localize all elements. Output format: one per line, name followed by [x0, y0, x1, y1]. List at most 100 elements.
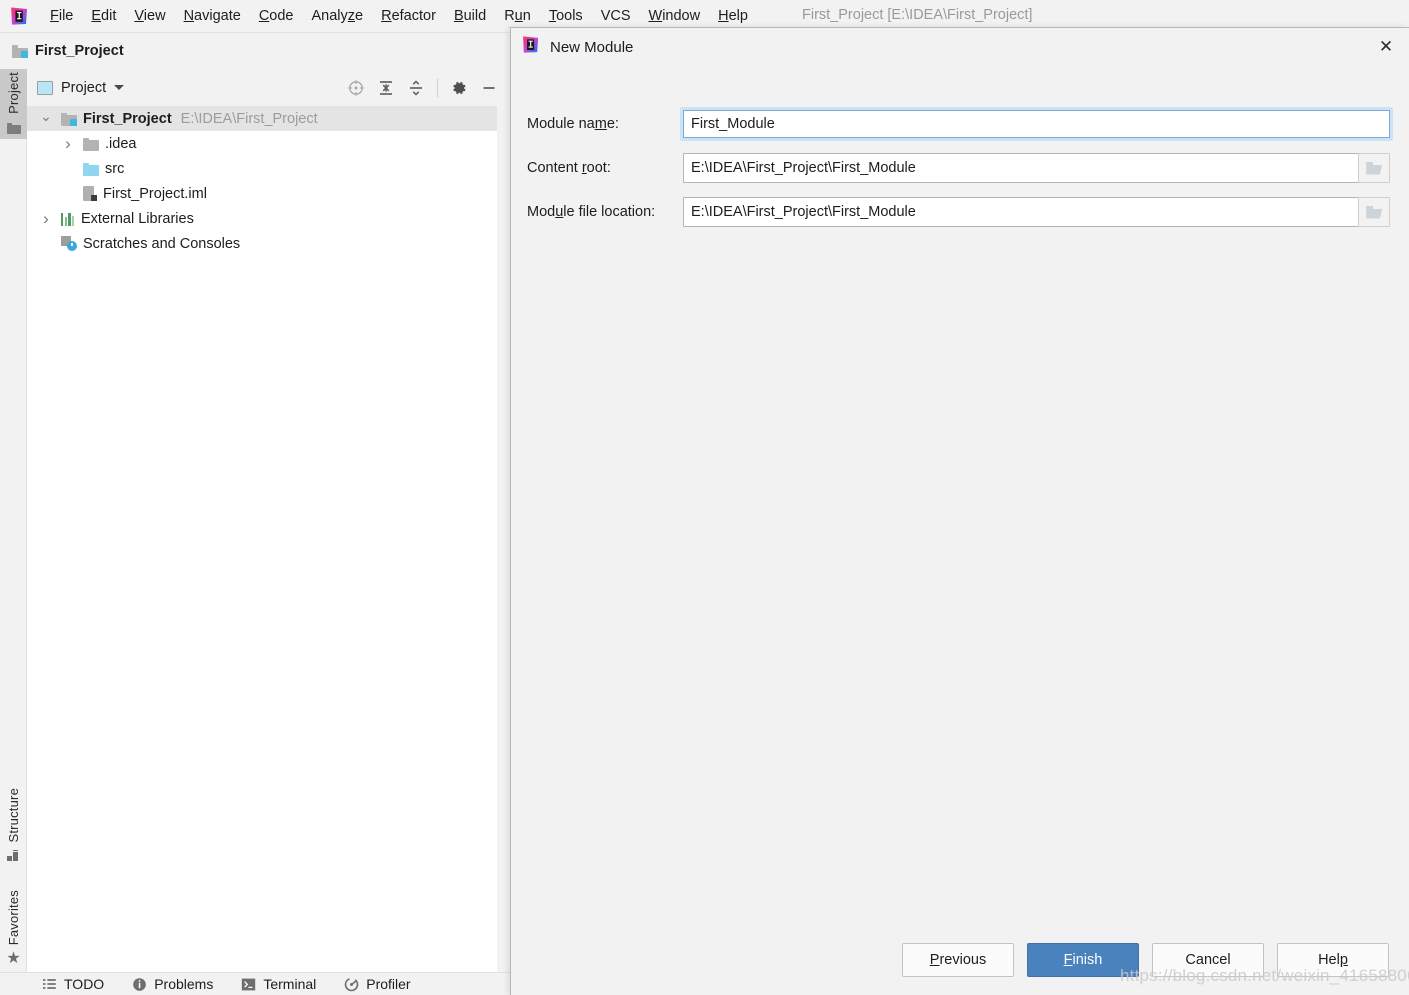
project-pane-icon — [37, 80, 53, 95]
previous-button[interactable]: Previous — [902, 943, 1014, 977]
project-view-selector[interactable]: Project — [37, 79, 125, 96]
project-header-bar: First_Project — [0, 33, 510, 69]
dialog-button-bar: Previous Finish Cancel Hel p — [511, 925, 1409, 995]
module-file-location-browse-button[interactable] — [1358, 197, 1390, 227]
status-bar-item-label: Profiler — [366, 976, 411, 992]
content-root-input[interactable]: E:\IDEA\First_Project\First_Module — [683, 153, 1360, 183]
project-tool-window-title: Project — [61, 79, 107, 96]
button-label-pre: Hel — [1318, 952, 1340, 968]
structure-icon — [0, 846, 27, 868]
panel-splitter[interactable] — [497, 69, 510, 972]
expand-all-icon[interactable] — [377, 79, 395, 97]
tree-row-label: Scratches and Consoles — [83, 235, 241, 252]
folder-icon — [0, 117, 27, 139]
content-root-field: E:\IDEA\First_Project\First_Module — [683, 153, 1390, 183]
help-button[interactable]: Hel p — [1277, 943, 1389, 977]
status-bar-item-problems[interactable]: Problems — [132, 976, 213, 992]
menu-item-tools[interactable]: Tools — [540, 6, 592, 26]
button-label-mnemonic: P — [929, 952, 940, 968]
folder-icon — [83, 137, 99, 151]
terminal-icon — [241, 977, 256, 992]
gear-icon[interactable] — [450, 79, 468, 97]
folder-open-icon — [1366, 205, 1383, 219]
menu-item-build[interactable]: Build — [445, 6, 495, 26]
sidebar-item-project[interactable]: Project — [0, 69, 27, 139]
iml-file-icon — [83, 186, 97, 201]
scratches-icon — [61, 236, 77, 251]
project-tool-window: Project ⌄ First_Project E:\IDEA\First_Pr… — [27, 69, 510, 972]
tree-arrow-placeholder — [61, 187, 75, 201]
tree-row-external-libraries[interactable]: External Libraries — [27, 206, 510, 231]
content-root-label: Content root: — [527, 160, 611, 176]
window-title: First_Project [E:\IDEA\First_Project] — [802, 7, 1033, 23]
module-name-input[interactable]: First_Module — [683, 110, 1390, 138]
project-tree[interactable]: First_Project E:\IDEA\First_Project .idea s… — [27, 106, 510, 972]
button-label-mnemonic: p — [1339, 952, 1348, 968]
project-header-label: First_Project — [35, 43, 124, 59]
status-bar-item-todo[interactable]: TODO — [42, 976, 104, 992]
menu-item-code[interactable]: Code — [250, 6, 303, 26]
module-file-location-field: E:\IDEA\First_Project\First_Module — [683, 197, 1390, 227]
tree-row-first-project[interactable]: First_Project E:\IDEA\First_Project — [27, 106, 510, 131]
tree-row-idea[interactable]: .idea — [27, 131, 510, 156]
tree-row-src[interactable]: src — [27, 156, 510, 181]
dialog-title: New Module — [550, 38, 634, 56]
menu-item-window[interactable]: Window — [640, 6, 710, 26]
menu-item-refactor[interactable]: Refactor — [372, 6, 445, 26]
content-root-browse-button[interactable] — [1358, 153, 1390, 183]
menu-item-run[interactable]: Run — [495, 6, 540, 26]
menu-item-edit[interactable]: Edit — [82, 6, 125, 26]
status-bar-item-profiler[interactable]: Profiler — [344, 976, 411, 992]
tree-row-label: First_Project.iml — [103, 185, 207, 202]
sidebar-item-favorites-label: Favorites — [6, 890, 21, 946]
problems-icon — [132, 977, 147, 992]
scroll-from-source-icon[interactable] — [347, 79, 365, 97]
finish-button[interactable]: Finish — [1027, 943, 1139, 977]
button-label-post: inish — [1072, 952, 1103, 968]
tree-row-scratches-and-consoles[interactable]: Scratches and Consoles — [27, 231, 510, 256]
status-bar-item-label: Problems — [154, 976, 214, 992]
status-bar-item-label: TODO — [64, 976, 105, 992]
collapse-all-icon[interactable] — [407, 79, 425, 97]
status-bar-item-label: Terminal — [263, 976, 317, 992]
status-bar-item-terminal[interactable]: Terminal — [241, 976, 316, 992]
profiler-icon — [344, 977, 359, 992]
module-name-focus-ring: First_Module — [680, 107, 1393, 141]
chevron-down-icon[interactable] — [39, 112, 53, 126]
chevron-right-icon[interactable] — [39, 212, 53, 226]
menu-item-navigate[interactable]: Navigate — [175, 6, 250, 26]
project-folder-icon — [61, 112, 77, 126]
sidebar-item-structure-label: Structure — [6, 788, 21, 843]
minimize-icon[interactable] — [480, 79, 498, 97]
todo-list-icon — [42, 977, 57, 992]
menu-item-help[interactable]: Help — [709, 6, 757, 26]
tree-row-label: src — [105, 160, 125, 177]
menu-item-vcs[interactable]: VCS — [592, 6, 640, 26]
button-label-mnemonic: F — [1063, 952, 1073, 968]
folder-open-icon — [1366, 161, 1383, 175]
menu-item-analyze[interactable]: Analyze — [303, 6, 373, 26]
module-file-location-row: Module file location: E:\IDEA\First_Proj… — [511, 196, 1409, 228]
tree-row-first-project-iml[interactable]: First_Project.iml — [27, 181, 510, 206]
chevron-down-icon[interactable] — [114, 85, 125, 90]
tree-row-path: E:\IDEA\First_Project — [180, 110, 318, 127]
cancel-button[interactable]: Cancel — [1152, 943, 1264, 977]
sidebar-item-structure[interactable]: Structure — [0, 785, 27, 868]
project-folder-icon — [12, 44, 28, 58]
close-icon[interactable]: ✕ — [1363, 28, 1409, 66]
intellij-idea-icon — [9, 6, 29, 26]
button-label-post: revious — [939, 952, 987, 968]
button-label-pre: Cancel — [1185, 952, 1231, 968]
left-tool-strip: Project Structure Favorites ★ — [0, 69, 27, 972]
sidebar-item-project-label: Project — [6, 72, 21, 114]
toolbar-divider — [437, 78, 438, 97]
menu-item-file[interactable]: File — [41, 6, 82, 26]
sidebar-item-favorites[interactable]: Favorites ★ — [0, 887, 27, 970]
tree-row-label: First_Project — [83, 110, 172, 127]
chevron-right-icon[interactable] — [61, 137, 75, 151]
library-icon — [61, 212, 75, 226]
menu-item-view[interactable]: View — [125, 6, 174, 26]
module-file-location-input[interactable]: E:\IDEA\First_Project\First_Module — [683, 197, 1360, 227]
content-root-row: Content root: E:\IDEA\First_Project\Firs… — [511, 152, 1409, 184]
tree-row-label: .idea — [105, 135, 137, 152]
